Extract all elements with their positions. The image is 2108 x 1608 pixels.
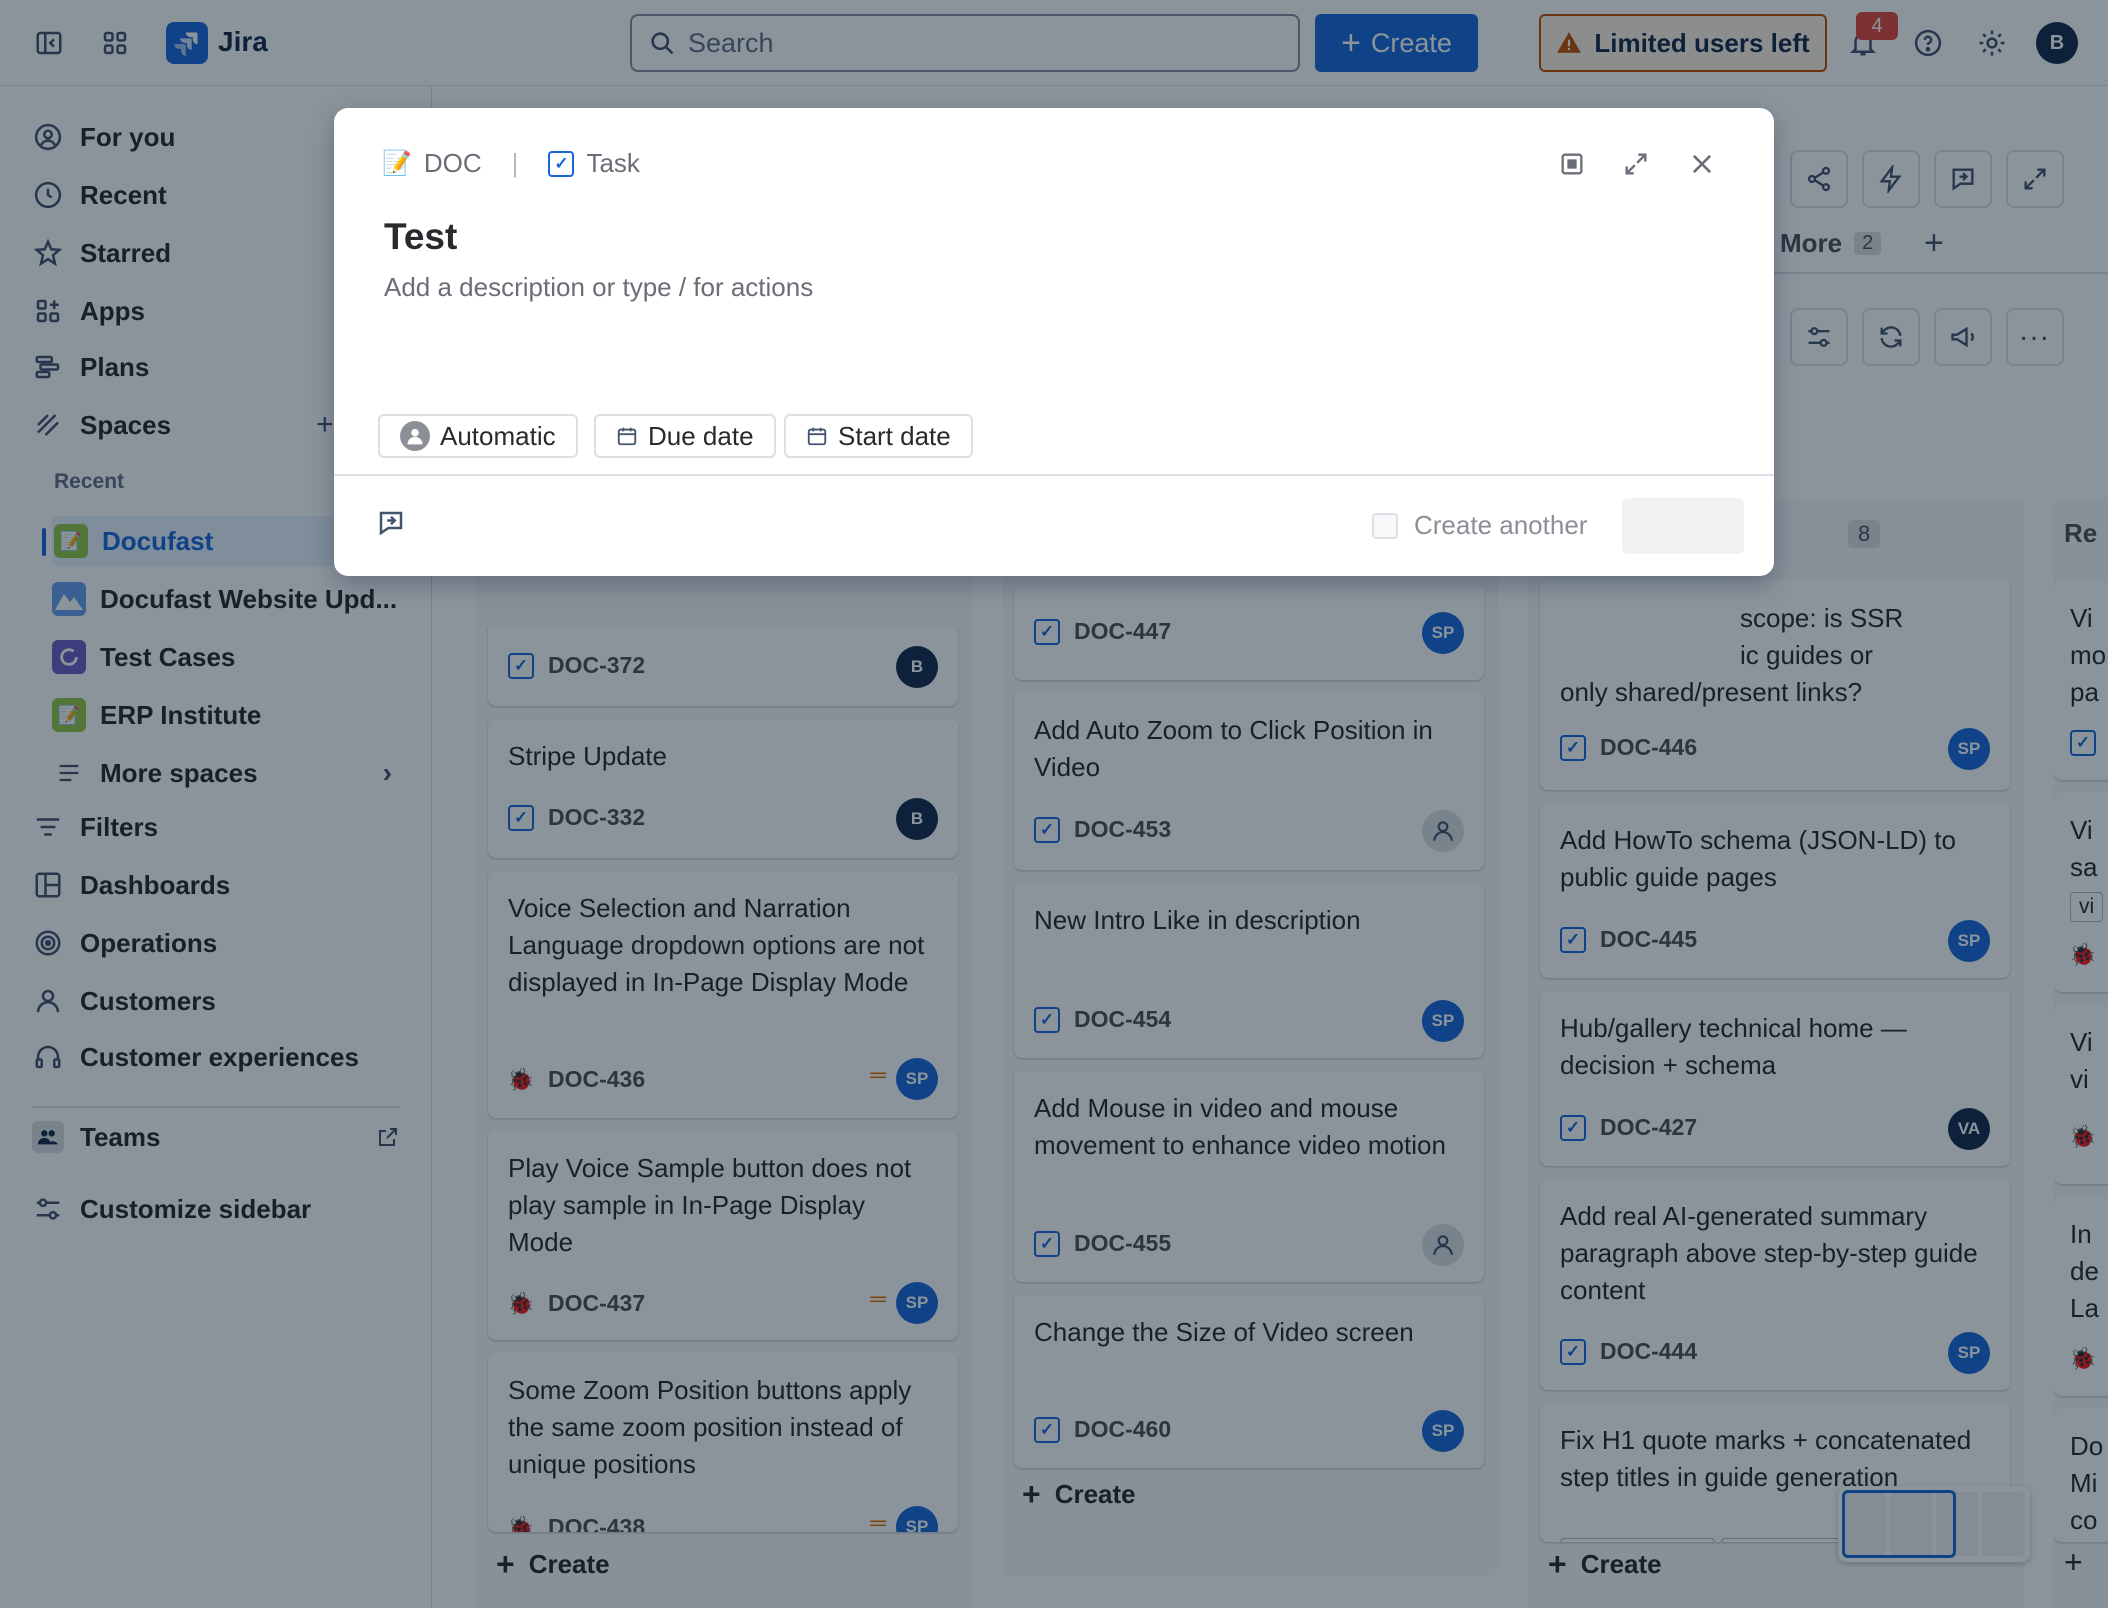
close-icon[interactable] (1682, 144, 1722, 184)
expand-icon[interactable] (1616, 144, 1656, 184)
jira-app: Jira Search + Create Limited users left … (0, 0, 2108, 1608)
start-date-label: Start date (838, 420, 951, 451)
space-breadcrumb[interactable]: DOC (424, 148, 482, 179)
start-date-chip[interactable]: Start date (784, 414, 973, 458)
due-date-chip[interactable]: Due date (594, 414, 776, 458)
user-avatar-icon (400, 421, 430, 451)
modal-divider (334, 474, 1774, 476)
assignee-label: Automatic (440, 420, 556, 451)
breadcrumb: 📝 DOC | ✓ Task (382, 148, 640, 179)
breadcrumb-separator: | (511, 148, 519, 178)
issue-title-input[interactable]: Test (384, 216, 457, 258)
calendar-icon (806, 425, 828, 447)
minimize-icon[interactable] (1552, 144, 1592, 184)
create-another-label: Create another (1414, 510, 1588, 540)
doc-space-icon: 📝 (382, 150, 412, 177)
task-type-icon: ✓ (548, 150, 575, 177)
assignee-chip[interactable]: Automatic (378, 414, 578, 458)
create-another-checkbox[interactable] (1372, 512, 1398, 539)
issue-type-breadcrumb[interactable]: Task (586, 148, 639, 179)
submit-create-button[interactable] (1622, 498, 1744, 554)
calendar-icon (616, 425, 638, 447)
description-field[interactable]: Add a description or type / for actions (384, 272, 813, 303)
create-issue-dialog: 📝 DOC | ✓ Task Test Add a description or… (334, 108, 1774, 576)
create-another-toggle[interactable]: Create another (1372, 510, 1587, 541)
feedback-icon[interactable] (376, 508, 406, 538)
due-date-label: Due date (648, 420, 754, 451)
